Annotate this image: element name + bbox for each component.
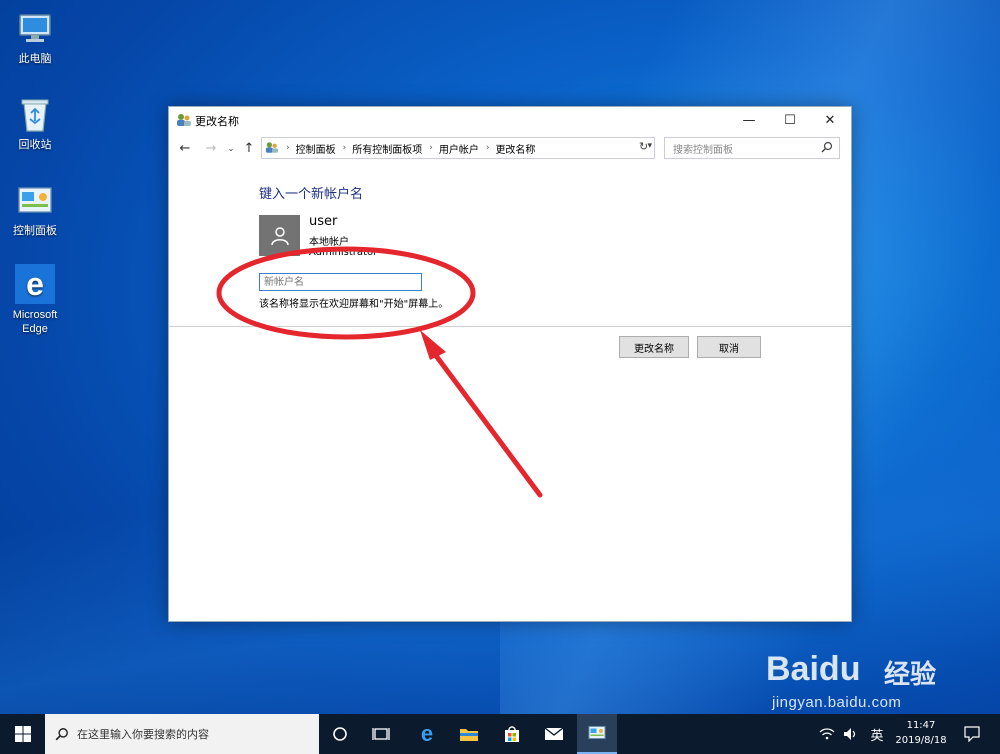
maximize-button[interactable]: ☐ (770, 107, 810, 134)
taskbar-edge[interactable]: e (407, 714, 447, 754)
desktop-icon-label: 控制面板 (13, 225, 57, 237)
breadcrumb-separator[interactable]: › (486, 143, 490, 153)
taskbar-search-box[interactable]: 在这里输入你要搜索的内容 (45, 714, 319, 754)
cancel-button[interactable]: 取消 (697, 336, 761, 358)
breadcrumb-separator: › (286, 143, 290, 153)
rename-account-window: 更改名称 — ☐ ✕ ← → ⌄ ↑ › 控制面板 › 所有控制面板项 › 用户… (168, 106, 852, 622)
search-icon (55, 728, 68, 741)
desktop-icon-label: 回收站 (18, 139, 52, 151)
baidu-jingyan-watermark: Baidu 经验 jingyan.baidu.com (766, 650, 996, 712)
desktop-icon-label: Microsoft Edge (12, 309, 58, 335)
users-icon (265, 141, 279, 155)
taskbar-file-explorer[interactable] (449, 714, 489, 754)
account-name: user (309, 214, 338, 229)
taskbar-search-placeholder: 在这里输入你要搜索的内容 (77, 728, 209, 741)
breadcrumb-change-name[interactable]: 更改名称 (495, 141, 535, 156)
network-tray-button[interactable] (818, 714, 836, 754)
volume-tray-button[interactable] (842, 714, 860, 754)
watermark-suffix: 经验 (884, 660, 937, 690)
control-panel-icon (588, 726, 606, 739)
account-role: Administrator (309, 247, 378, 258)
baidu-logo: Baidu (766, 650, 860, 689)
change-name-button[interactable]: 更改名称 (619, 336, 689, 358)
maximize-icon: ☐ (784, 113, 796, 128)
windows-logo-icon (14, 726, 31, 742)
task-view-icon (372, 728, 390, 740)
breadcrumb-control-panel[interactable]: 控制面板 (296, 141, 336, 156)
desktop-icon-label: 此电脑 (18, 53, 52, 65)
clock-date: 2019/8/18 (895, 735, 947, 746)
avatar (259, 215, 300, 256)
search-placeholder: 搜索控制面板 (673, 144, 733, 156)
computer-icon (16, 10, 54, 48)
new-account-name-input[interactable] (259, 273, 422, 291)
edge-icon: e (420, 721, 434, 746)
navigation-bar: ← → ⌄ ↑ › 控制面板 › 所有控制面板项 › 用户帐户 › 更改名称 ▾… (169, 135, 851, 161)
action-center-button[interactable] (958, 714, 986, 754)
clock-time: 11:47 (906, 720, 936, 731)
arrow-right-icon: → (205, 140, 217, 156)
wifi-icon (819, 728, 835, 740)
user-icon (270, 226, 289, 245)
close-button[interactable]: ✕ (810, 107, 850, 134)
refresh-button[interactable]: ↻ (639, 140, 655, 156)
baidu-logo-text: Bai (766, 650, 819, 688)
breadcrumb-separator[interactable]: › (429, 143, 433, 153)
breadcrumb-separator[interactable]: › (343, 143, 347, 153)
desktop-icon-recycle-bin[interactable]: 回收站 (0, 96, 70, 152)
folder-icon (460, 729, 478, 741)
page-heading: 键入一个新帐户名 (259, 187, 364, 202)
minimize-button[interactable]: — (729, 107, 769, 134)
breadcrumb-user-accounts[interactable]: 用户帐户 (439, 141, 479, 156)
back-button[interactable]: ← (175, 138, 195, 158)
recent-locations-button[interactable]: ⌄ (221, 138, 241, 158)
up-button[interactable]: ↑ (239, 138, 259, 158)
refresh-icon: ↻ (639, 140, 649, 153)
speaker-icon (844, 728, 856, 740)
divider (169, 326, 851, 327)
start-button[interactable] (0, 714, 45, 754)
desktop-icon-microsoft-edge[interactable]: e Microsoft Edge (0, 264, 70, 336)
edge-icon: e (15, 264, 55, 304)
search-icon (821, 141, 833, 153)
watermark-url: jingyan.baidu.com (772, 694, 902, 711)
close-icon: ✕ (824, 113, 836, 128)
mail-icon (544, 727, 564, 740)
arrow-left-icon: ← (179, 140, 191, 156)
desktop-icon-control-panel[interactable]: 控制面板 (0, 182, 70, 238)
cortana-button[interactable] (320, 714, 360, 754)
desktop-icon-this-pc[interactable]: 此电脑 (0, 10, 70, 66)
forward-button[interactable]: → (201, 138, 221, 158)
new-name-hint: 该名称将显示在欢迎屏幕和"开始"屏幕上。 (259, 299, 449, 310)
account-type: 本地帐户 (309, 237, 349, 248)
taskbar: 在这里输入你要搜索的内容 e 英 11:47 2019/8/18 (0, 714, 1000, 754)
address-bar[interactable]: › 控制面板 › 所有控制面板项 › 用户帐户 › 更改名称 ▾ (261, 137, 655, 159)
recycle-bin-icon (16, 96, 54, 134)
baidu-logo-du: du (818, 650, 861, 688)
users-icon (176, 113, 192, 127)
ime-indicator[interactable]: 英 (866, 714, 888, 754)
taskbar-clock[interactable]: 11:47 2019/8/18 (888, 718, 954, 748)
control-panel-icon (16, 182, 54, 220)
arrow-up-icon: ↑ (243, 140, 255, 156)
taskbar-control-panel[interactable] (577, 714, 617, 754)
search-control-panel-field[interactable]: 搜索控制面板 (664, 137, 840, 159)
notification-icon (964, 726, 980, 742)
title-bar[interactable]: 更改名称 — ☐ ✕ (169, 107, 851, 134)
cortana-icon (333, 727, 347, 741)
chevron-down-icon: ⌄ (227, 143, 235, 153)
taskbar-mail[interactable] (534, 714, 574, 754)
minimize-icon: — (742, 113, 756, 128)
breadcrumb-all-items[interactable]: 所有控制面板项 (352, 141, 422, 156)
taskbar-store[interactable] (492, 714, 532, 754)
task-view-button[interactable] (361, 714, 401, 754)
window-title: 更改名称 (195, 115, 239, 128)
store-bag-icon (505, 726, 519, 742)
